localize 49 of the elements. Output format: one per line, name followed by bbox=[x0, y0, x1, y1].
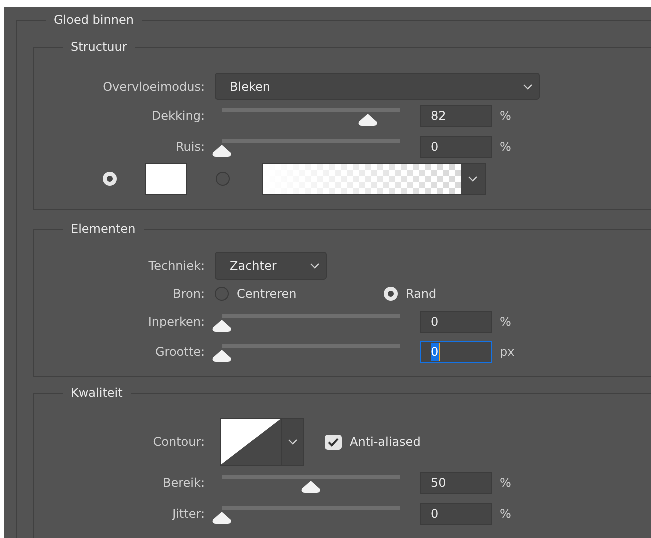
unit-label: % bbox=[500, 314, 512, 331]
radio-button[interactable] bbox=[215, 287, 229, 301]
field-label: Dekking: bbox=[150, 108, 205, 124]
section-title: Kwaliteit bbox=[70, 385, 124, 401]
slider-thumb[interactable] bbox=[212, 144, 232, 156]
color-swatch[interactable] bbox=[145, 163, 187, 195]
gradient-picker[interactable] bbox=[262, 163, 486, 195]
checkbox-label: Anti-aliased bbox=[350, 434, 421, 451]
unit-label: px bbox=[500, 344, 515, 361]
unit-label: % bbox=[500, 474, 512, 492]
number-field[interactable]: 50 bbox=[420, 472, 492, 494]
blend-mode-dropdown[interactable]: Bleken bbox=[215, 73, 540, 100]
field-label: Grootte: bbox=[154, 344, 205, 361]
slider-thumb[interactable] bbox=[358, 114, 378, 126]
section-title: Structuur bbox=[70, 39, 128, 55]
field-label: Ruis: bbox=[174, 138, 205, 156]
radio-label: Rand bbox=[406, 286, 437, 303]
chevron-down-icon bbox=[310, 263, 320, 269]
field-label: Bereik: bbox=[162, 474, 205, 492]
radio-button[interactable] bbox=[216, 172, 230, 186]
number-field[interactable]: 0 bbox=[420, 136, 492, 158]
field-label: Techniek: bbox=[148, 258, 205, 275]
field-label: Jitter: bbox=[171, 506, 205, 522]
radio-label: Centreren bbox=[237, 286, 297, 303]
field-label: Contour: bbox=[152, 434, 205, 451]
number-field[interactable]: 0 bbox=[420, 341, 492, 363]
section-title: Elementen bbox=[70, 221, 137, 237]
chevron-down-icon bbox=[523, 84, 533, 90]
checkbox[interactable] bbox=[325, 434, 342, 450]
unit-label: % bbox=[500, 506, 512, 522]
technique-dropdown[interactable]: Zachter bbox=[215, 252, 327, 280]
field-label: Overvloeimodus: bbox=[102, 78, 205, 96]
slider-thumb[interactable] bbox=[301, 480, 321, 492]
number-field[interactable]: 0 bbox=[420, 311, 492, 333]
gradient-swatch[interactable] bbox=[263, 164, 461, 194]
chevron-down-icon bbox=[468, 176, 478, 182]
number-field[interactable]: 82 bbox=[420, 104, 492, 126]
contour-picker[interactable] bbox=[220, 418, 304, 466]
slider-thumb[interactable] bbox=[212, 512, 232, 524]
section-title: Gloed binnen bbox=[53, 12, 135, 28]
slider-thumb[interactable] bbox=[212, 350, 232, 362]
field-label: Bron: bbox=[172, 286, 205, 303]
unit-label: % bbox=[500, 138, 512, 156]
chevron-down-icon bbox=[288, 439, 298, 445]
slider-thumb[interactable] bbox=[212, 320, 232, 332]
unit-label: % bbox=[500, 108, 512, 124]
field-label: Inperken: bbox=[147, 314, 205, 331]
number-field[interactable]: 0 bbox=[420, 502, 492, 524]
contour-curve-preview[interactable] bbox=[221, 419, 281, 465]
